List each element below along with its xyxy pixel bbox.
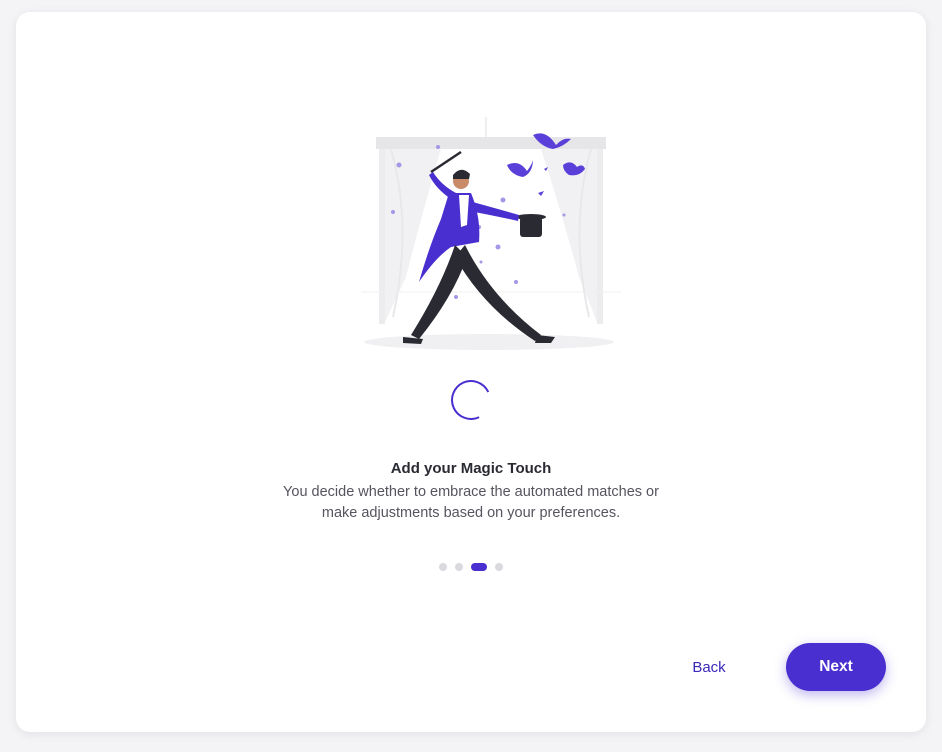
step-dot-3-active[interactable] — [471, 563, 487, 571]
step-description: You decide whether to embrace the automa… — [283, 484, 659, 521]
step-dot-2[interactable] — [455, 563, 463, 571]
step-dot-1[interactable] — [439, 563, 447, 571]
onboarding-card: Add your Magic Touch You decide whether … — [16, 12, 926, 732]
step-indicator — [16, 563, 926, 571]
next-button[interactable]: Next — [786, 643, 886, 691]
back-button[interactable]: Back — [676, 655, 742, 679]
loading-spinner — [445, 374, 497, 426]
step-title: Add your Magic Touch — [390, 460, 552, 477]
magician-illustration — [361, 117, 621, 350]
step-dot-4[interactable] — [495, 563, 503, 571]
